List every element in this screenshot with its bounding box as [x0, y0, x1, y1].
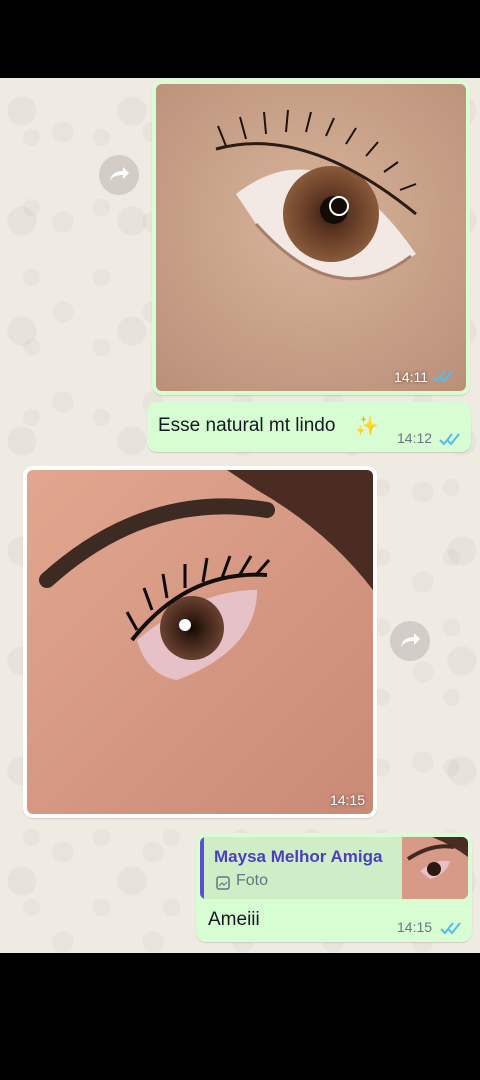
message-text: Ameiii	[208, 909, 260, 930]
double-check-read-icon	[439, 433, 460, 446]
quote-type: Foto	[236, 872, 269, 889]
camera-photo-icon	[216, 876, 230, 890]
sparkles-emoji: ✨	[355, 416, 379, 437]
forward-arrow-icon	[401, 633, 420, 647]
forward-button[interactable]	[99, 155, 139, 195]
quoted-message[interactable]: Maysa Melhor Amiga Foto	[200, 837, 468, 899]
incoming-image-message[interactable]: 14:15	[23, 466, 377, 818]
message-time: 14:15	[329, 792, 365, 808]
outgoing-image-message[interactable]: 14:11	[152, 80, 470, 395]
message-time: 14:12	[397, 430, 433, 446]
message-time: 14:11	[394, 369, 428, 385]
message-text: Esse natural mt lindo	[158, 415, 336, 436]
quoted-photo-thumbnail	[402, 837, 468, 899]
quote-accent-bar	[200, 837, 204, 899]
quote-author: Maysa Melhor Amiga	[214, 847, 383, 866]
forward-button[interactable]	[390, 621, 430, 661]
double-check-read-icon	[432, 370, 453, 383]
message-time: 14:15	[397, 919, 433, 935]
double-check-read-icon	[440, 922, 461, 935]
outgoing-reply-message[interactable]: Maysa Melhor Amiga Foto Ameiii 14:15	[196, 833, 472, 942]
eye-lash-photo-natural[interactable]: 14:11	[156, 84, 466, 391]
chat-area[interactable]: 14:11 Esse natural mt lindo ✨ 14:12 14:1…	[0, 78, 480, 953]
outgoing-text-message[interactable]: Esse natural mt lindo ✨ 14:12	[147, 402, 471, 452]
eye-lash-photo-volume[interactable]: 14:15	[27, 470, 373, 814]
forward-arrow-icon	[110, 167, 129, 181]
